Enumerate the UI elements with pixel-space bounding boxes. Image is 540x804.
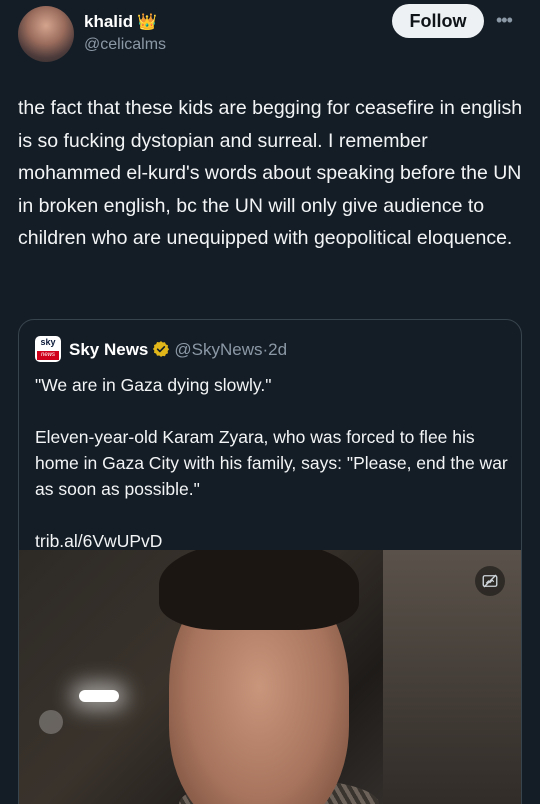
verified-badge-icon	[153, 341, 170, 357]
quote-author-handle[interactable]: @SkyNews	[174, 340, 262, 359]
quote-author-name[interactable]: Sky News	[69, 340, 148, 359]
media-crossed-icon[interactable]	[475, 566, 505, 596]
tweet-page: khalid 👑 @celicalms Follow ••• the fact t…	[0, 0, 540, 804]
quoted-tweet-card[interactable]: sky news Sky News @SkyNews·2d "We are in …	[18, 319, 522, 804]
media-crossed-icon-glyph	[482, 574, 498, 588]
author-name-row[interactable]: khalid 👑	[84, 12, 157, 32]
quote-line-2: Eleven-year-old Karam Zyara, who was for…	[35, 427, 508, 499]
media-light-blur	[39, 710, 63, 734]
crown-icon: 👑	[137, 14, 158, 31]
news-logo-text: news	[37, 351, 59, 360]
sky-logo-text: sky	[40, 337, 56, 347]
avatar[interactable]	[18, 6, 74, 62]
more-options-icon[interactable]: •••	[496, 10, 513, 31]
post-text: the fact that these kids are begging for…	[18, 97, 523, 249]
quote-timestamp[interactable]: 2d	[268, 340, 287, 359]
quote-media-image[interactable]	[19, 550, 521, 804]
quote-body: "We are in Gaza dying slowly." Eleven-ye…	[35, 372, 511, 554]
media-hair	[159, 550, 359, 630]
sky-news-avatar[interactable]: sky news	[35, 336, 61, 362]
author-handle[interactable]: @celicalms	[84, 36, 166, 54]
follow-button[interactable]: Follow	[392, 4, 484, 38]
author-display-name[interactable]: khalid	[84, 12, 133, 31]
quote-header: Sky News @SkyNews·2d	[69, 340, 287, 360]
media-light	[79, 690, 119, 702]
quote-line-1: "We are in Gaza dying slowly."	[35, 375, 272, 395]
